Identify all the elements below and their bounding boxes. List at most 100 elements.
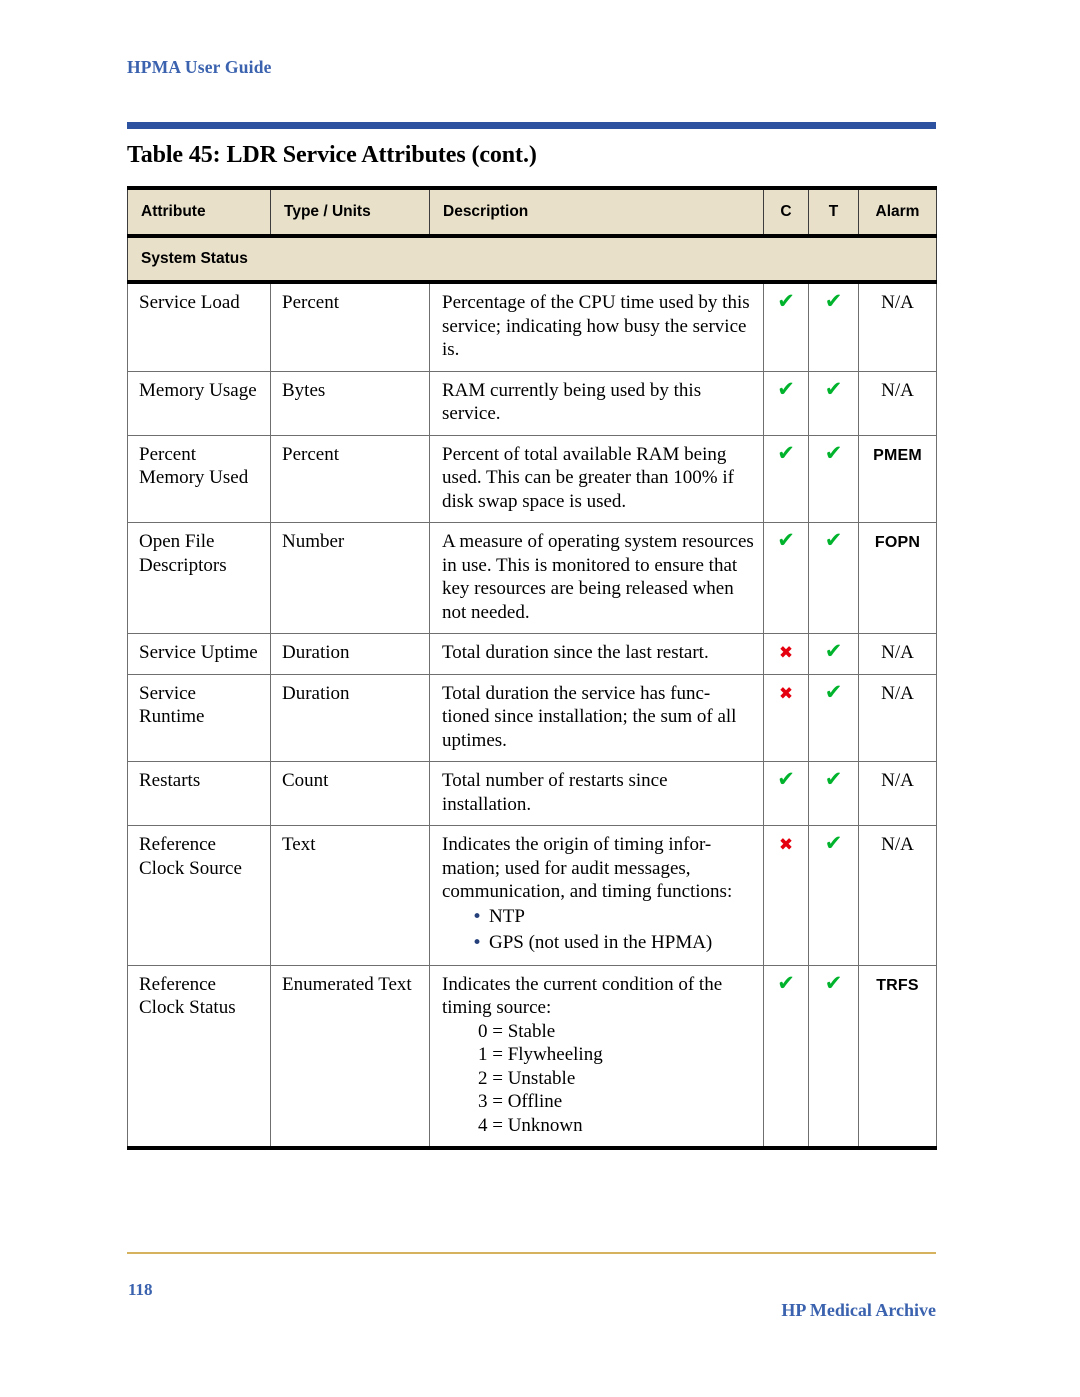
check-icon: ✔: [777, 528, 795, 552]
cell-type-units: Count: [270, 761, 430, 826]
cell-attribute: Memory Usage: [127, 370, 271, 436]
footer-rule: [127, 1252, 936, 1254]
cell-alarm: N/A: [858, 370, 937, 436]
cell-c-flag: ✔: [763, 370, 809, 436]
check-icon: ✔: [824, 639, 843, 663]
cell-description: Total duration the service has func-tion…: [429, 673, 764, 762]
alarm-not-applicable: N/A: [881, 834, 914, 855]
alarm-not-applicable: N/A: [881, 379, 914, 401]
alarm-code: PMEM: [873, 446, 922, 464]
cell-type-units: Bytes: [270, 370, 430, 436]
cell-c-flag: ✔: [763, 434, 809, 523]
table-row: Service Uptime Duration Total duration sin…: [127, 633, 937, 675]
page-number: 118: [128, 1280, 153, 1299]
list-item: • NTP: [472, 904, 755, 930]
header-rule: [127, 122, 936, 129]
attributes-table-container: Attribute Type / Units Description C T A…: [127, 186, 937, 1150]
check-icon: ✔: [824, 831, 843, 855]
alarm-not-applicable: N/A: [881, 292, 914, 313]
column-header-type-units: Type / Units: [270, 186, 430, 238]
check-icon: ✔: [777, 376, 795, 401]
column-header-description: Description: [429, 186, 764, 238]
cell-alarm: N/A: [858, 633, 937, 675]
table-row: Memory Usage Bytes RAM currently being use…: [127, 370, 937, 436]
list-item: 1 = Flywheeling: [478, 1044, 603, 1065]
cell-c-flag: ✔: [763, 281, 809, 372]
cell-type-units: Number: [270, 522, 430, 634]
column-header-c: C: [763, 186, 809, 238]
cross-icon: ✖: [778, 643, 794, 663]
check-icon: ✔: [824, 767, 843, 791]
alarm-not-applicable: N/A: [881, 642, 914, 663]
cell-t-flag: ✔: [808, 281, 859, 372]
cell-c-flag: ✖: [763, 825, 809, 966]
check-icon: ✔: [777, 970, 795, 995]
list-item: 4 = Unknown: [478, 1114, 583, 1136]
cell-alarm: N/A: [858, 761, 937, 826]
description-enum-list: 0 = Stable 1 = Flywheeling 2 = Unstable 3 =…: [442, 1020, 755, 1138]
description-text: Total duration since the last restart.: [442, 642, 709, 663]
check-icon: ✔: [824, 289, 843, 313]
section-band-label: System Status: [127, 236, 937, 284]
bullet-icon: •: [472, 932, 483, 953]
table-body: System Status Service Load Percent Percent…: [127, 236, 937, 1150]
cell-t-flag: ✔: [808, 522, 859, 634]
cell-description: RAM currently being used by this service…: [429, 370, 764, 436]
cell-c-flag: ✔: [763, 522, 809, 634]
cell-attribute: Service Load: [127, 281, 271, 372]
cell-attribute: Open File Descriptors: [127, 522, 271, 634]
cell-t-flag: ✔: [808, 825, 859, 966]
check-icon: ✔: [824, 440, 843, 465]
check-icon: ✔: [824, 528, 843, 552]
cell-c-flag: ✔: [763, 761, 809, 826]
cell-description: Total number of restarts since installat…: [429, 761, 764, 826]
cell-c-flag: ✖: [763, 673, 809, 762]
cell-attribute: Restarts: [127, 761, 271, 826]
ldr-service-attributes-table: Attribute Type / Units Description C T A…: [127, 186, 937, 1150]
list-item: 3 = Offline: [478, 1091, 563, 1112]
check-icon: ✔: [824, 679, 843, 704]
cell-description: Percent of total available RAM being use…: [429, 434, 764, 523]
cell-description: Total duration since the last restart.: [429, 633, 764, 675]
cell-attribute: Reference Clock Status: [127, 964, 271, 1150]
description-text: Indicates the origin of timing infor-mat…: [442, 834, 733, 902]
cell-alarm: PMEM: [858, 434, 937, 523]
alarm-code: TRFS: [876, 976, 919, 994]
column-header-attribute: Attribute: [127, 186, 271, 238]
cell-c-flag: ✖: [763, 633, 809, 675]
cell-alarm: FOPN: [858, 522, 937, 634]
list-item: 0 = Stable: [478, 1020, 556, 1042]
cross-icon: ✖: [778, 835, 794, 855]
table-row: Percent Memory Used Percent Percent of tot…: [127, 434, 937, 523]
cell-t-flag: ✔: [808, 673, 859, 762]
cell-type-units: Percent: [270, 281, 430, 372]
table-row: Reference Clock Source Text Indicates the …: [127, 825, 937, 966]
alarm-code: FOPN: [874, 534, 921, 551]
cell-attribute: Service Uptime: [127, 633, 271, 675]
description-text: Percent of total available RAM being use…: [442, 443, 734, 512]
table-row: Reference Clock Status Enumerated Text Ind…: [127, 964, 937, 1150]
cell-type-units: Duration: [270, 633, 430, 675]
cell-t-flag: ✔: [808, 964, 859, 1150]
cell-description: A measure of operating system resources …: [429, 522, 764, 634]
cell-type-units: Duration: [270, 673, 430, 762]
table-row: Open File Descriptors Number A measure of …: [127, 522, 937, 634]
check-icon: ✔: [777, 767, 795, 791]
running-head: HPMA User Guide: [127, 57, 272, 77]
cell-alarm: N/A: [858, 825, 937, 966]
table-row: Service Runtime Duration Total duration th…: [127, 673, 937, 762]
cell-attribute: Service Runtime: [127, 673, 271, 762]
list-item: 2 = Unstable: [478, 1067, 576, 1089]
check-icon: ✔: [777, 440, 795, 465]
footer-product-name: HP Medical Archive: [781, 1300, 936, 1320]
description-text: Percentage of the CPU time used by this …: [442, 292, 750, 360]
cell-alarm: TRFS: [858, 964, 937, 1150]
cell-type-units: Enumerated Text: [270, 964, 430, 1150]
cell-type-units: Text: [270, 825, 430, 966]
cell-attribute: Percent Memory Used: [127, 434, 271, 523]
table-row: Restarts Count Total number of restarts si…: [127, 761, 937, 826]
description-text: Total number of restarts since installat…: [442, 770, 668, 815]
alarm-not-applicable: N/A: [881, 682, 914, 704]
cell-alarm: N/A: [858, 673, 937, 762]
cell-alarm: N/A: [858, 281, 937, 372]
